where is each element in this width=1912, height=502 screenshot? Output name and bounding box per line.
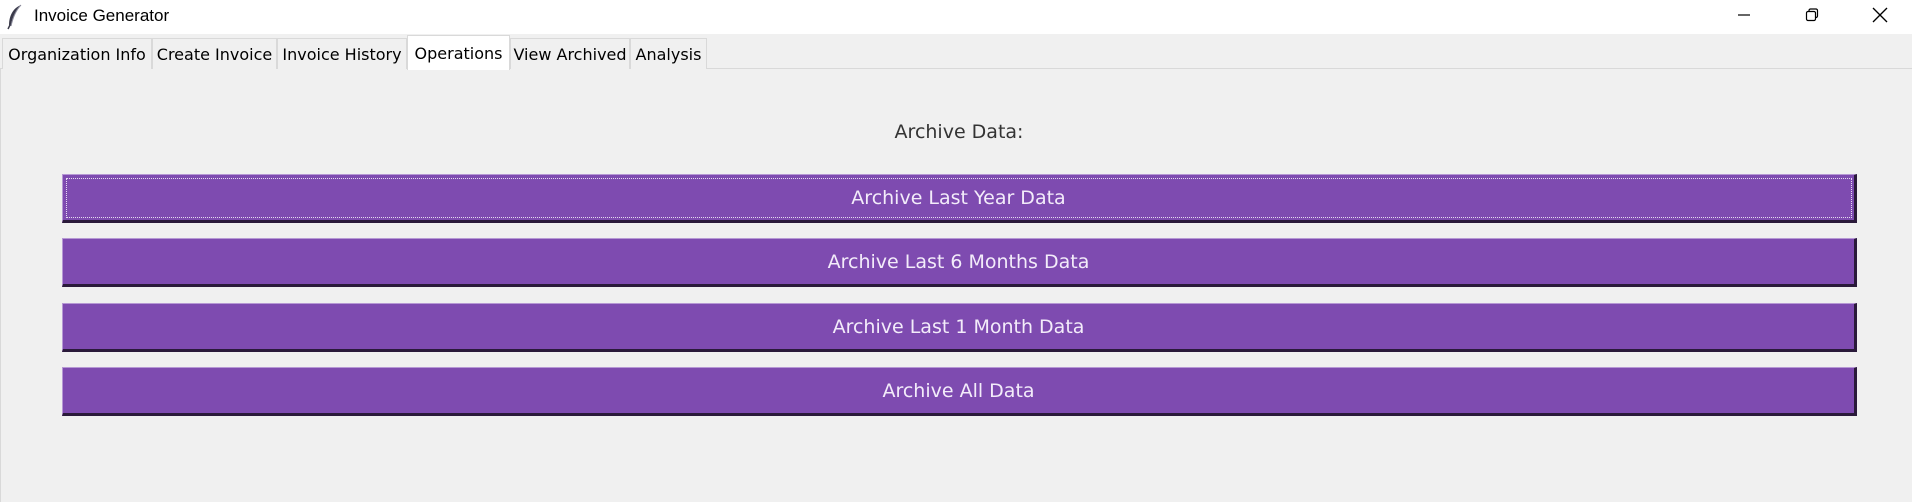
window-title: Invoice Generator bbox=[34, 6, 170, 25]
tab-view-archived[interactable]: View Archived bbox=[510, 38, 630, 69]
tab-create-invoice[interactable]: Create Invoice bbox=[152, 38, 277, 69]
tab-invoice-history[interactable]: Invoice History bbox=[277, 38, 407, 69]
operations-panel: Archive Data: Archive Last Year Data Arc… bbox=[0, 69, 1912, 502]
archive-last-1-month-button[interactable]: Archive Last 1 Month Data bbox=[62, 303, 1857, 352]
archive-last-6-months-button[interactable]: Archive Last 6 Months Data bbox=[62, 238, 1857, 287]
archive-last-year-button[interactable]: Archive Last Year Data bbox=[62, 174, 1857, 223]
minimize-button[interactable] bbox=[1710, 0, 1778, 34]
tab-operations[interactable]: Operations bbox=[407, 35, 510, 70]
restore-button[interactable] bbox=[1778, 0, 1846, 34]
close-icon bbox=[1871, 6, 1889, 28]
title-bar: Invoice Generator bbox=[0, 0, 1912, 34]
feather-icon bbox=[6, 4, 24, 30]
archive-data-heading: Archive Data: bbox=[894, 121, 1024, 143]
tab-analysis[interactable]: Analysis bbox=[630, 38, 707, 69]
restore-icon bbox=[1804, 7, 1820, 27]
close-button[interactable] bbox=[1846, 0, 1912, 34]
tab-bar: Organization Info Create Invoice Invoice… bbox=[0, 34, 1912, 70]
minimize-icon bbox=[1736, 7, 1752, 27]
archive-all-data-button[interactable]: Archive All Data bbox=[62, 367, 1857, 416]
tab-organization-info[interactable]: Organization Info bbox=[2, 38, 152, 69]
